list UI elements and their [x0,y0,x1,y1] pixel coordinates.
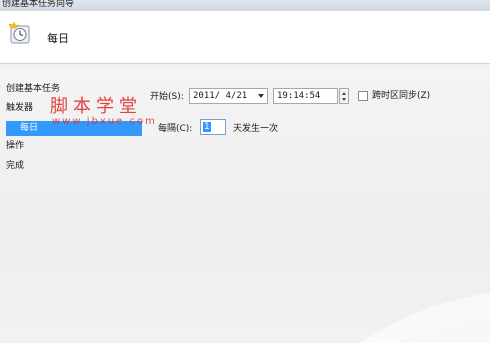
task-clock-icon [8,22,30,44]
sync-timezone-checkbox[interactable] [358,91,368,101]
recur-suffix: 天发生一次 [233,124,279,134]
time-spinner[interactable] [339,88,349,104]
nav-step-action[interactable]: 操作 [6,139,24,154]
sync-timezone-label[interactable]: 跨时区同步(Z) [372,89,430,103]
recur-days-input[interactable]: 1 [200,119,226,135]
nav-step-daily-label: 每日 [20,123,39,133]
nav-step-trigger[interactable]: 触发器 [6,101,33,116]
wizard-header: 每日 [0,11,490,64]
start-time-value: 19:14:54 [277,91,321,101]
watermark-url: www.jbxue.com [52,116,157,127]
background-decoration [360,293,490,343]
start-date-picker[interactable]: 2011/ 4/21 [189,88,268,104]
start-time-input[interactable]: 19:14:54 [273,88,338,104]
start-date-value: 2011/ 4/21 [193,91,248,101]
recur-label: 每隔(C): [158,124,193,134]
watermark-text: 脚本学堂 [50,96,142,117]
recur-days-value: 1 [203,122,211,132]
window-title: 创建基本任务向导 [2,0,75,9]
nav-step-finish[interactable]: 完成 [6,159,24,174]
spin-up-icon[interactable] [342,92,346,95]
chevron-down-icon[interactable] [258,94,264,98]
title-bar: 创建基本任务向导 [0,0,490,11]
start-label: 开始(S): [150,92,184,102]
spin-down-icon[interactable] [342,98,346,101]
page-title: 每日 [47,32,69,45]
